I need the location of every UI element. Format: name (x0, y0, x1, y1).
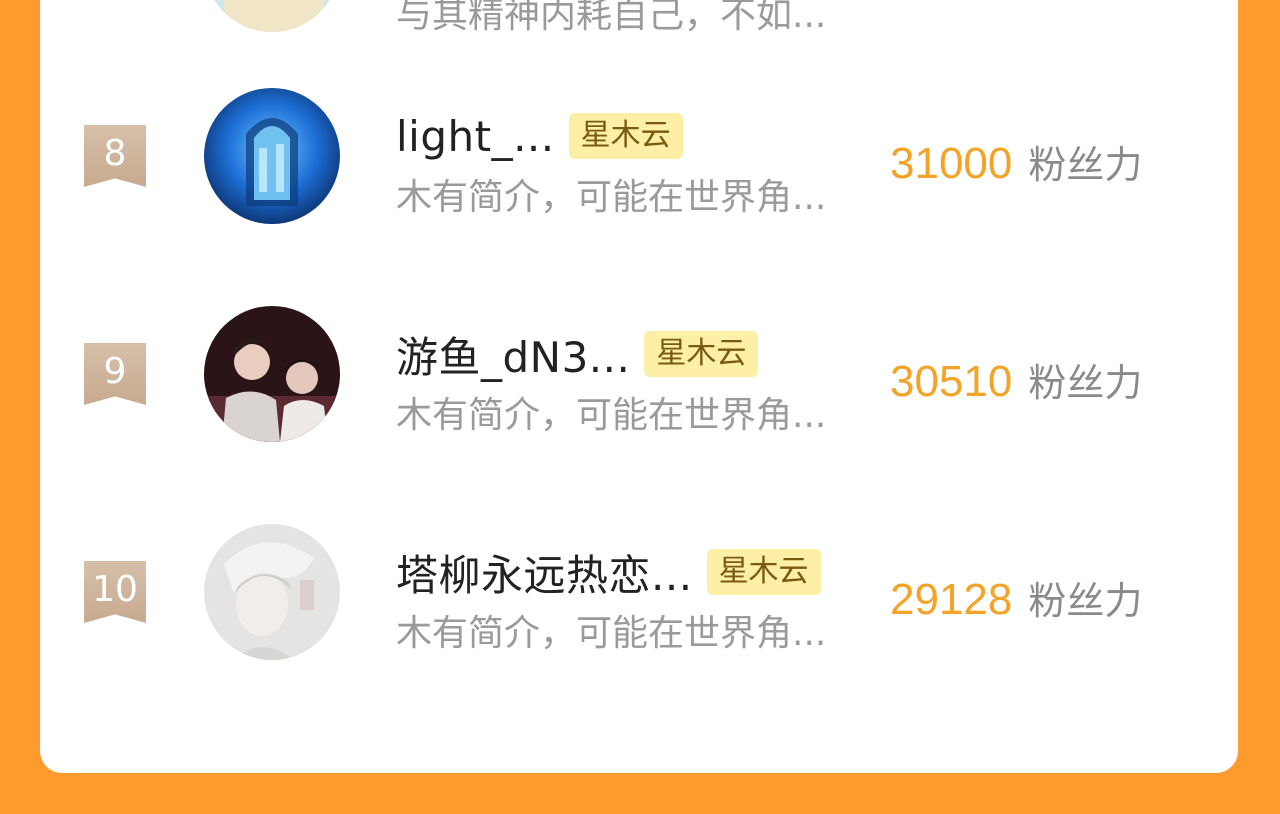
list-item[interactable]: 10 塔柳永远热恋... 星木云 木有简介，可能在世界角... 29128 粉丝… (40, 524, 1238, 734)
avatar[interactable] (204, 88, 340, 224)
user-name[interactable]: light_... (396, 112, 555, 161)
tag-badge: 星木云 (568, 113, 683, 159)
user-name[interactable]: 游鱼_dN3... (396, 324, 630, 385)
fans-score: 29128 粉丝力 (890, 570, 1142, 625)
fans-unit: 粉丝力 (1028, 361, 1143, 405)
fans-number: 29128 (890, 575, 1013, 624)
tag-badge: 星木云 (644, 331, 759, 377)
description: 木有简介，可能在世界角... (396, 395, 827, 436)
list-item[interactable]: 9 游鱼_dN3... 星木云 木有简介，可能在世界角... 30510 粉丝力 (40, 306, 1238, 516)
rank-badge: 10 (84, 561, 146, 623)
description: 与其精神内耗自己，不如... (396, 0, 827, 36)
rank-badge: 9 (84, 343, 146, 405)
fans-score: 31000 粉丝力 (890, 134, 1142, 189)
avatar[interactable] (204, 0, 340, 32)
fans-unit: 粉丝力 (1028, 579, 1143, 623)
avatar[interactable] (204, 524, 340, 660)
name-line: 游鱼_dN3... 星木云 (396, 324, 759, 385)
description: 木有简介，可能在世界角... (396, 177, 827, 218)
fans-unit: 粉丝力 (1028, 143, 1143, 187)
description: 木有简介，可能在世界角... (396, 613, 827, 654)
ranking-card: 与其精神内耗自己，不如... 8 light_... 星木云 木有简介，可能在世… (40, 0, 1238, 773)
rank-badge: 8 (84, 125, 146, 187)
fans-score: 30510 粉丝力 (890, 352, 1142, 407)
fans-number: 31000 (890, 139, 1013, 188)
user-name[interactable]: 塔柳永远热恋... (396, 542, 693, 603)
tag-badge: 星木云 (706, 549, 821, 595)
avatar[interactable] (204, 306, 340, 442)
name-line: light_... 星木云 (396, 106, 683, 166)
name-line: 塔柳永远热恋... 星木云 (396, 542, 821, 602)
fans-number: 30510 (890, 357, 1013, 406)
list-item[interactable]: 8 light_... 星木云 木有简介，可能在世界角... 31000 粉丝力 (40, 88, 1238, 298)
